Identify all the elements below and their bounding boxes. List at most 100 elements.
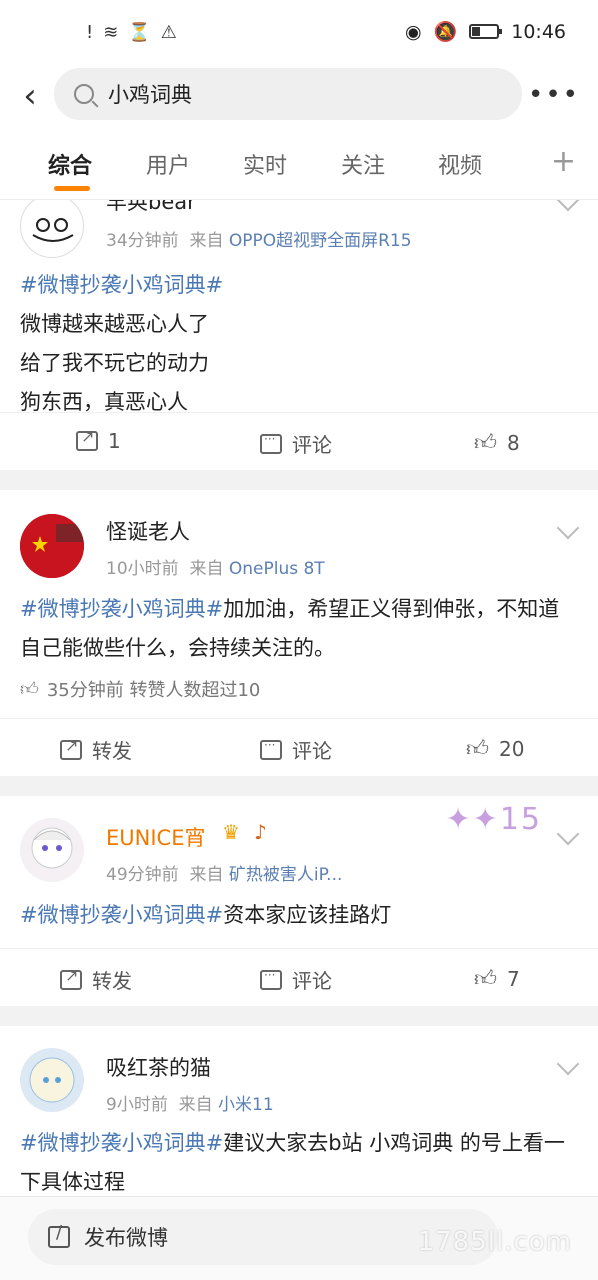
post-source[interactable]: 小米11 [218,1095,274,1115]
tab-comprehensive[interactable]: 综合 [48,148,92,180]
hashtag-link[interactable]: #微博抄袭小鸡词典# [20,903,223,927]
like-button[interactable]: 👍︎ 7 [474,965,520,993]
active-tab-indicator [54,186,90,191]
share-label: 转发 [92,739,132,763]
search-input[interactable]: 小鸡词典 [54,68,522,120]
comment-button[interactable]: 评论 [260,965,332,994]
post-meta: 9小时前 来自 小米11 [106,1090,274,1115]
post-time: 9小时前 [106,1095,168,1115]
comment-icon [260,968,282,990]
battery-icon [469,24,503,39]
post-actions: 转发 评论 👍︎ 20 [0,718,598,778]
post-body: #微博抄袭小鸡词典# 微博越来越恶心人了 给了我不玩它的动力 狗东西，真恶心人 [20,266,578,422]
tab-following[interactable]: 关注 [341,148,385,180]
wifi-icon: ≋ [103,22,119,43]
post-body: #微博抄袭小鸡词典#加加油，希望正义得到伸张，不知道自己能做些什么，会持续关注的… [20,590,578,668]
status-right-icons: ◉ 🔕 10:46 [404,20,566,44]
fan-badge-icon: ✦✦15 [445,802,542,837]
post-source[interactable]: OPPO超视野全面屏R15 [229,231,412,251]
chevron-down-icon[interactable] [556,1052,580,1076]
post-card[interactable]: 吸红茶的猫 9小时前 来自 小米11 #微博抄袭小鸡词典#建议大家去b站 小鸡词… [0,1026,598,1200]
post-meta: 49分钟前 来自 矿热被害人iP... [106,860,342,885]
like-button[interactable]: 👍︎ 20 [466,735,525,763]
watermark: 1785ll.com [417,1227,572,1257]
share-button[interactable]: 转发 [60,965,132,994]
avatar-cat-icon [32,218,74,242]
search-query: 小鸡词典 [108,83,192,107]
comment-label: 评论 [292,969,332,993]
thumbs-up-icon: 👍︎ [466,737,489,762]
hashtag-link[interactable]: #微博抄袭小鸡词典# [20,1131,223,1155]
anime-girl-avatar-icon [31,827,73,869]
post-time: 49分钟前 [106,865,179,885]
share-icon [60,736,82,760]
post-author[interactable]: EUNICE宵 [106,822,205,852]
like-button[interactable]: 👍︎ 8 [474,429,520,457]
like-notice-text: 35分钟前 转赞人数超过10 [46,680,261,701]
mute-icon: 🔕 [433,21,458,43]
feed: 羊奂bear 34分钟前 来自 OPPO超视野全面屏R15 #微博抄袭小鸡词典#… [0,200,598,1200]
alert-icon: ! [86,22,94,43]
share-button[interactable]: 转发 [60,735,132,764]
tab-video[interactable]: 视频 [438,148,482,180]
post-body: #微博抄袭小鸡词典#资本家应该挂路灯 [20,896,578,935]
like-count: 7 [507,966,520,991]
post-text: 资本家应该挂路灯 [223,903,392,927]
eye-icon: ◉ [404,20,422,43]
share-icon [60,966,82,990]
hashtag-link[interactable]: #微博抄袭小鸡词典# [20,597,223,621]
edit-icon [48,1222,70,1248]
avatar[interactable] [20,818,84,882]
avatar[interactable] [20,514,84,578]
avatar[interactable] [20,1048,84,1112]
from-label: 来自 [189,231,224,251]
comment-label: 评论 [292,739,332,763]
thumbs-up-icon: 👍︎ [474,431,497,456]
post-line: 微博越来越恶心人了 [20,312,209,336]
tab-realtime[interactable]: 实时 [243,148,287,180]
share-button[interactable]: 1 [76,427,121,453]
post-card[interactable]: 羊奂bear 34分钟前 来自 OPPO超视野全面屏R15 #微博抄袭小鸡词典#… [0,200,598,470]
bottom-bar: 发布微博 1785ll.com [0,1196,598,1280]
search-icon [74,84,94,104]
post-source[interactable]: 矿热被害人iP... [229,865,343,885]
status-bar: ! ≋ ⏳ ⚠ ◉ 🔕 10:46 [0,0,598,66]
search-header: ‹ 小鸡词典 ••• [0,66,598,128]
post-author[interactable]: 吸红茶的猫 [106,1052,211,1082]
guitar-icon: ♪ [254,820,267,844]
post-actions: 转发 评论 👍︎ 7 [0,948,598,1008]
crown-icon: ♛ [222,820,240,844]
from-label: 来自 [189,559,224,579]
post-meta: 34分钟前 来自 OPPO超视野全面屏R15 [106,226,412,251]
hourglass-icon: ⏳ [128,22,151,43]
avatar[interactable] [20,200,84,258]
share-icon [76,427,98,451]
warning-icon: ⚠ [160,22,177,43]
chevron-down-icon[interactable] [556,516,580,540]
thumbs-up-icon: 👍︎ [20,679,39,700]
comment-button[interactable]: 评论 [260,429,332,458]
post-actions: 1 评论 👍︎ 8 [0,412,598,472]
post-card[interactable]: 怪诞老人 10小时前 来自 OnePlus 8T #微博抄袭小鸡词典#加加油，希… [0,490,598,776]
more-options-button[interactable]: ••• [528,80,580,110]
post-time: 34分钟前 [106,231,179,251]
post-author[interactable]: 羊奂bear [106,200,196,216]
back-button[interactable]: ‹ [12,74,48,118]
hashtag-link[interactable]: #微博抄袭小鸡词典# [20,273,223,297]
chevron-down-icon[interactable] [556,822,580,846]
chevron-down-icon[interactable] [556,200,580,212]
flag-avatar-icon [20,514,84,578]
post-card[interactable]: EUNICE宵 ♛ ♪ ✦✦15 49分钟前 来自 矿热被害人iP... #微博… [0,796,598,1006]
tab-users[interactable]: 用户 [146,148,190,180]
post-line: 给了我不玩它的动力 [20,351,209,375]
post-meta: 10小时前 来自 OnePlus 8T [106,554,325,579]
like-count: 20 [499,736,525,761]
add-tab-icon[interactable]: + [551,144,576,179]
comment-button[interactable]: 评论 [260,735,332,764]
post-source[interactable]: OnePlus 8T [229,559,325,579]
anime-avatar-icon [29,1057,75,1103]
post-author[interactable]: 怪诞老人 [106,516,190,546]
compose-label: 发布微博 [84,1226,168,1250]
post-time: 10小时前 [106,559,179,579]
comment-icon [260,738,282,760]
